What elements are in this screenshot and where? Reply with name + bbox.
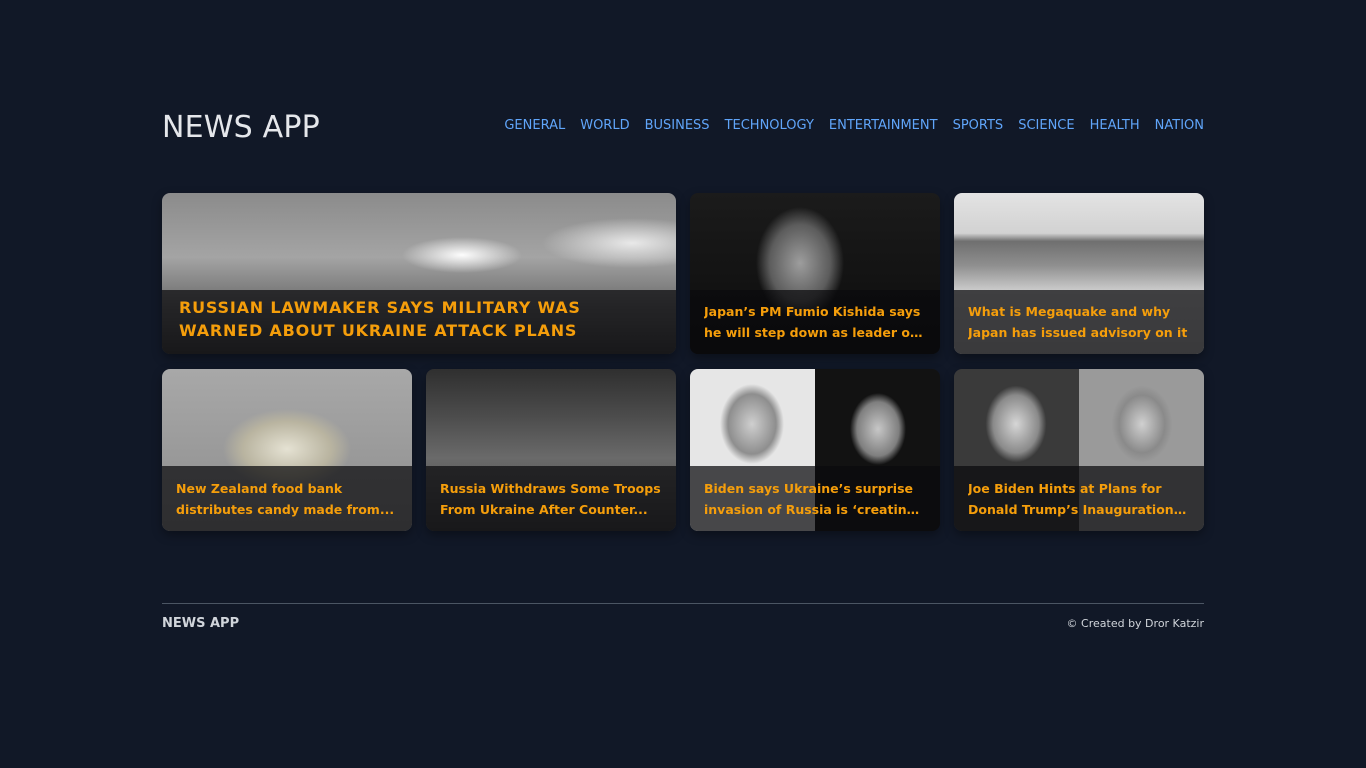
card-overlay: Joe Biden Hints at Plans for Donald Trum…: [954, 466, 1204, 531]
nav-science[interactable]: SCIENCE: [1018, 118, 1074, 133]
article-title: Japan’s PM Fumio Kishida says he will st…: [704, 304, 921, 340]
footer: NEWS APP © Created by Dror Katzir: [162, 603, 1204, 631]
card-overlay: Japan’s PM Fumio Kishida says he will st…: [690, 290, 940, 354]
nav-business[interactable]: BUSINESS: [645, 118, 710, 133]
nav-general[interactable]: GENERAL: [504, 118, 565, 133]
news-card[interactable]: New Zealand food bank distributes candy …: [162, 369, 412, 531]
article-title: Biden says Ukraine’s surprise invasion o…: [704, 481, 916, 517]
footer-credit: © Created by Dror Katzir: [1066, 617, 1204, 630]
news-card[interactable]: Japan’s PM Fumio Kishida says he will st…: [690, 193, 940, 354]
news-card[interactable]: What is Megaquake and why Japan has issu…: [954, 193, 1204, 354]
nav-entertainment[interactable]: ENTERTAINMENT: [829, 118, 938, 133]
news-card-featured[interactable]: RUSSIAN LAWMAKER SAYS MILITARY WAS WARNE…: [162, 193, 676, 354]
news-card[interactable]: Joe Biden Hints at Plans for Donald Trum…: [954, 369, 1204, 531]
card-overlay: New Zealand food bank distributes candy …: [162, 466, 412, 531]
footer-brand: NEWS APP: [162, 616, 240, 631]
article-title: What is Megaquake and why Japan has issu…: [968, 304, 1188, 340]
nav-sports[interactable]: SPORTS: [953, 118, 1004, 133]
article-title: Joe Biden Hints at Plans for Donald Trum…: [968, 481, 1174, 517]
news-card[interactable]: Biden says Ukraine’s surprise invasion o…: [690, 369, 940, 531]
card-overlay: What is Megaquake and why Japan has issu…: [954, 290, 1204, 354]
card-overlay: Biden says Ukraine’s surprise invasion o…: [690, 466, 940, 531]
article-title: New Zealand food bank distributes candy …: [176, 481, 395, 517]
nav-nation[interactable]: NATION: [1155, 118, 1204, 133]
nav-world[interactable]: WORLD: [580, 118, 629, 133]
article-title: RUSSIAN LAWMAKER SAYS MILITARY WAS WARNE…: [179, 298, 581, 340]
card-overlay: RUSSIAN LAWMAKER SAYS MILITARY WAS WARNE…: [162, 290, 676, 354]
card-overlay: Russia Withdraws Some Troops From Ukrain…: [426, 466, 676, 531]
nav-health[interactable]: HEALTH: [1090, 118, 1140, 133]
article-title: Russia Withdraws Some Troops From Ukrain…: [440, 481, 661, 517]
app-logo[interactable]: NEWS APP: [162, 110, 320, 145]
header: NEWS APP GENERAL WORLD BUSINESS TECHNOLO…: [162, 106, 1204, 150]
nav-technology[interactable]: TECHNOLOGY: [725, 118, 814, 133]
category-nav: GENERAL WORLD BUSINESS TECHNOLOGY ENTERT…: [504, 118, 1204, 133]
news-card[interactable]: Russia Withdraws Some Troops From Ukrain…: [426, 369, 676, 531]
